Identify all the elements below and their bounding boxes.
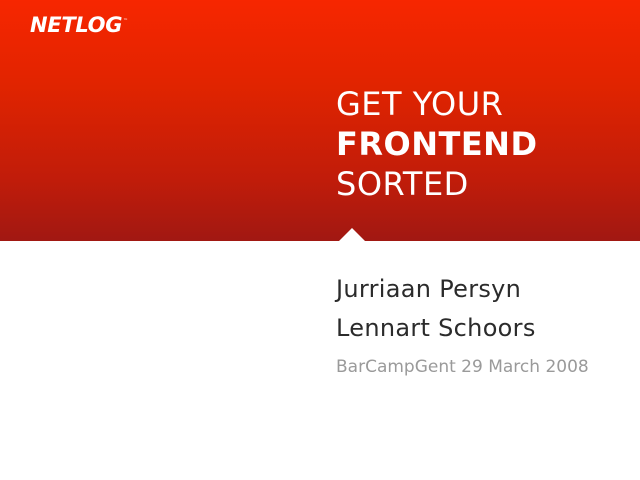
title-line-2: FRONTEND: [336, 125, 538, 163]
presentation-slide: NETLOG ™ GET YOUR FRONTEND SORTED Jurria…: [0, 0, 640, 480]
trademark-symbol: ™: [123, 18, 129, 24]
slide-title: GET YOUR FRONTEND SORTED: [336, 84, 538, 204]
title-line-1: GET YOUR: [336, 85, 504, 123]
author-name: Lennart Schoors: [336, 314, 536, 342]
netlog-logo: NETLOG ™: [30, 12, 128, 38]
author-name: Jurriaan Persyn: [336, 275, 522, 303]
event-info: BarCampGent 29 March 2008: [336, 357, 589, 377]
title-line-3: SORTED: [336, 165, 469, 203]
logo-text: NETLOG: [30, 13, 123, 37]
pointer-notch: [339, 228, 365, 241]
